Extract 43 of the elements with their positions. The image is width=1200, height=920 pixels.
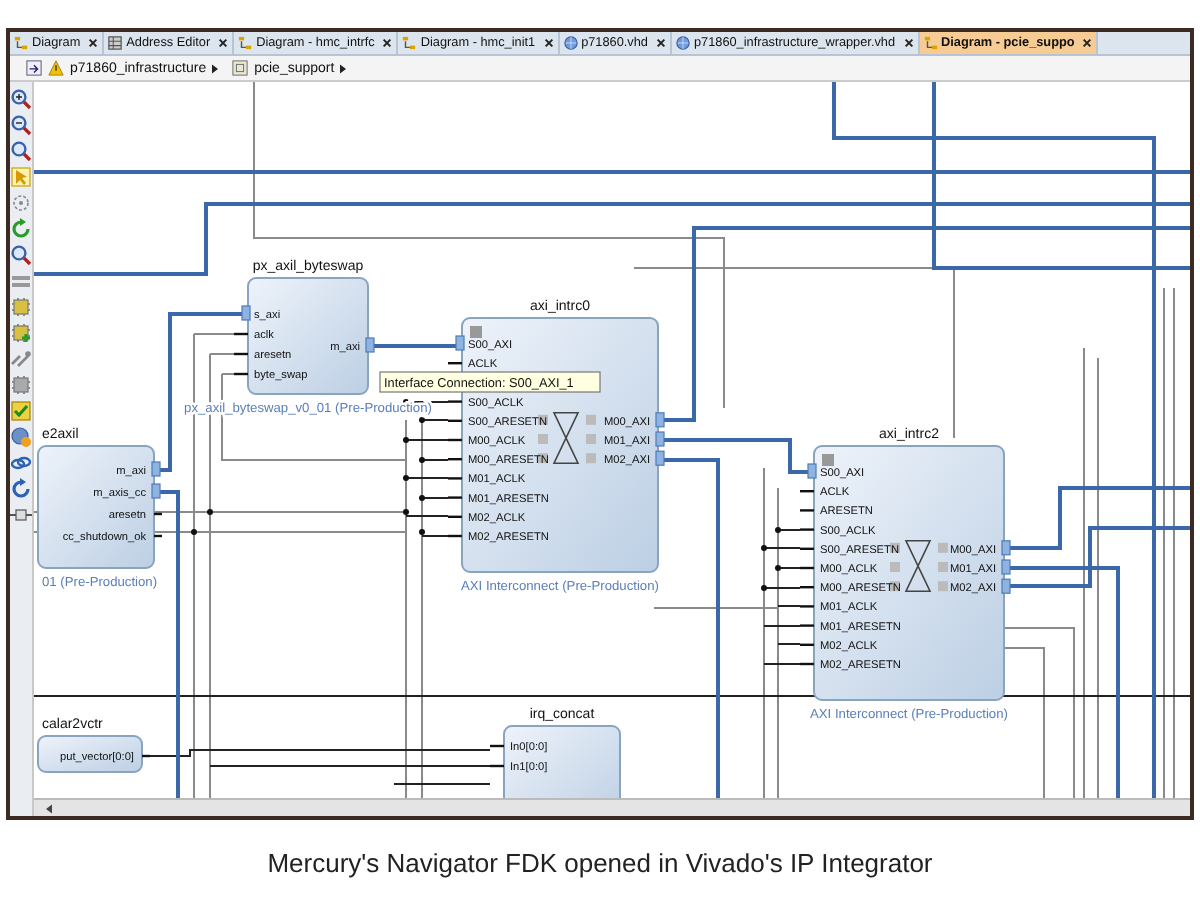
block-icon: [232, 60, 249, 77]
chip-icon[interactable]: [10, 296, 32, 318]
horizontal-scrollbar[interactable]: [34, 798, 1190, 816]
connector-icon[interactable]: [10, 348, 32, 370]
check-icon[interactable]: [10, 400, 32, 422]
interface-port-icon[interactable]: [455, 335, 465, 351]
diagram-icon: [923, 36, 938, 51]
ip-block[interactable]: [247, 277, 369, 395]
chip-plus-icon[interactable]: [10, 322, 32, 344]
ip-block[interactable]: [37, 735, 143, 773]
diagram-icon: [402, 36, 417, 51]
zoom-out-icon[interactable]: [10, 114, 32, 136]
zoom-fit-icon[interactable]: [10, 140, 32, 162]
caret-icon[interactable]: [212, 63, 219, 74]
close-icon[interactable]: [88, 38, 99, 49]
close-icon[interactable]: [655, 38, 666, 49]
close-icon[interactable]: [903, 38, 914, 49]
caret-icon[interactable]: [340, 63, 347, 74]
zoom-in-icon[interactable]: [10, 88, 32, 110]
warning-icon: [48, 60, 64, 77]
link-icon[interactable]: [10, 452, 32, 474]
up-arrow-icon[interactable]: [26, 60, 42, 77]
close-icon[interactable]: [1082, 38, 1093, 49]
ip-block[interactable]: [37, 445, 155, 569]
diagram-icon: [14, 36, 28, 51]
refresh-icon[interactable]: [10, 218, 32, 240]
ip-block[interactable]: [813, 445, 1005, 701]
interface-port-icon[interactable]: [241, 305, 251, 321]
ip-block[interactable]: [503, 725, 621, 798]
search-icon[interactable]: [10, 244, 32, 266]
grid-icon: [108, 36, 123, 51]
diagram-icon: [238, 36, 253, 51]
close-icon[interactable]: [382, 38, 393, 49]
left-arrow-icon[interactable]: [46, 803, 52, 813]
close-icon[interactable]: [543, 38, 554, 49]
interface-port-icon[interactable]: [807, 463, 817, 479]
pin-icon[interactable]: [10, 504, 32, 526]
globe-icon[interactable]: [10, 426, 32, 448]
crosshair-icon[interactable]: [10, 192, 32, 214]
rotate-icon[interactable]: [10, 478, 32, 500]
chip-plain-icon[interactable]: [10, 374, 32, 396]
figure-caption: Mercury's Navigator FDK opened in Vivado's IP Integrator: [265, 848, 935, 878]
close-icon[interactable]: [218, 38, 229, 49]
